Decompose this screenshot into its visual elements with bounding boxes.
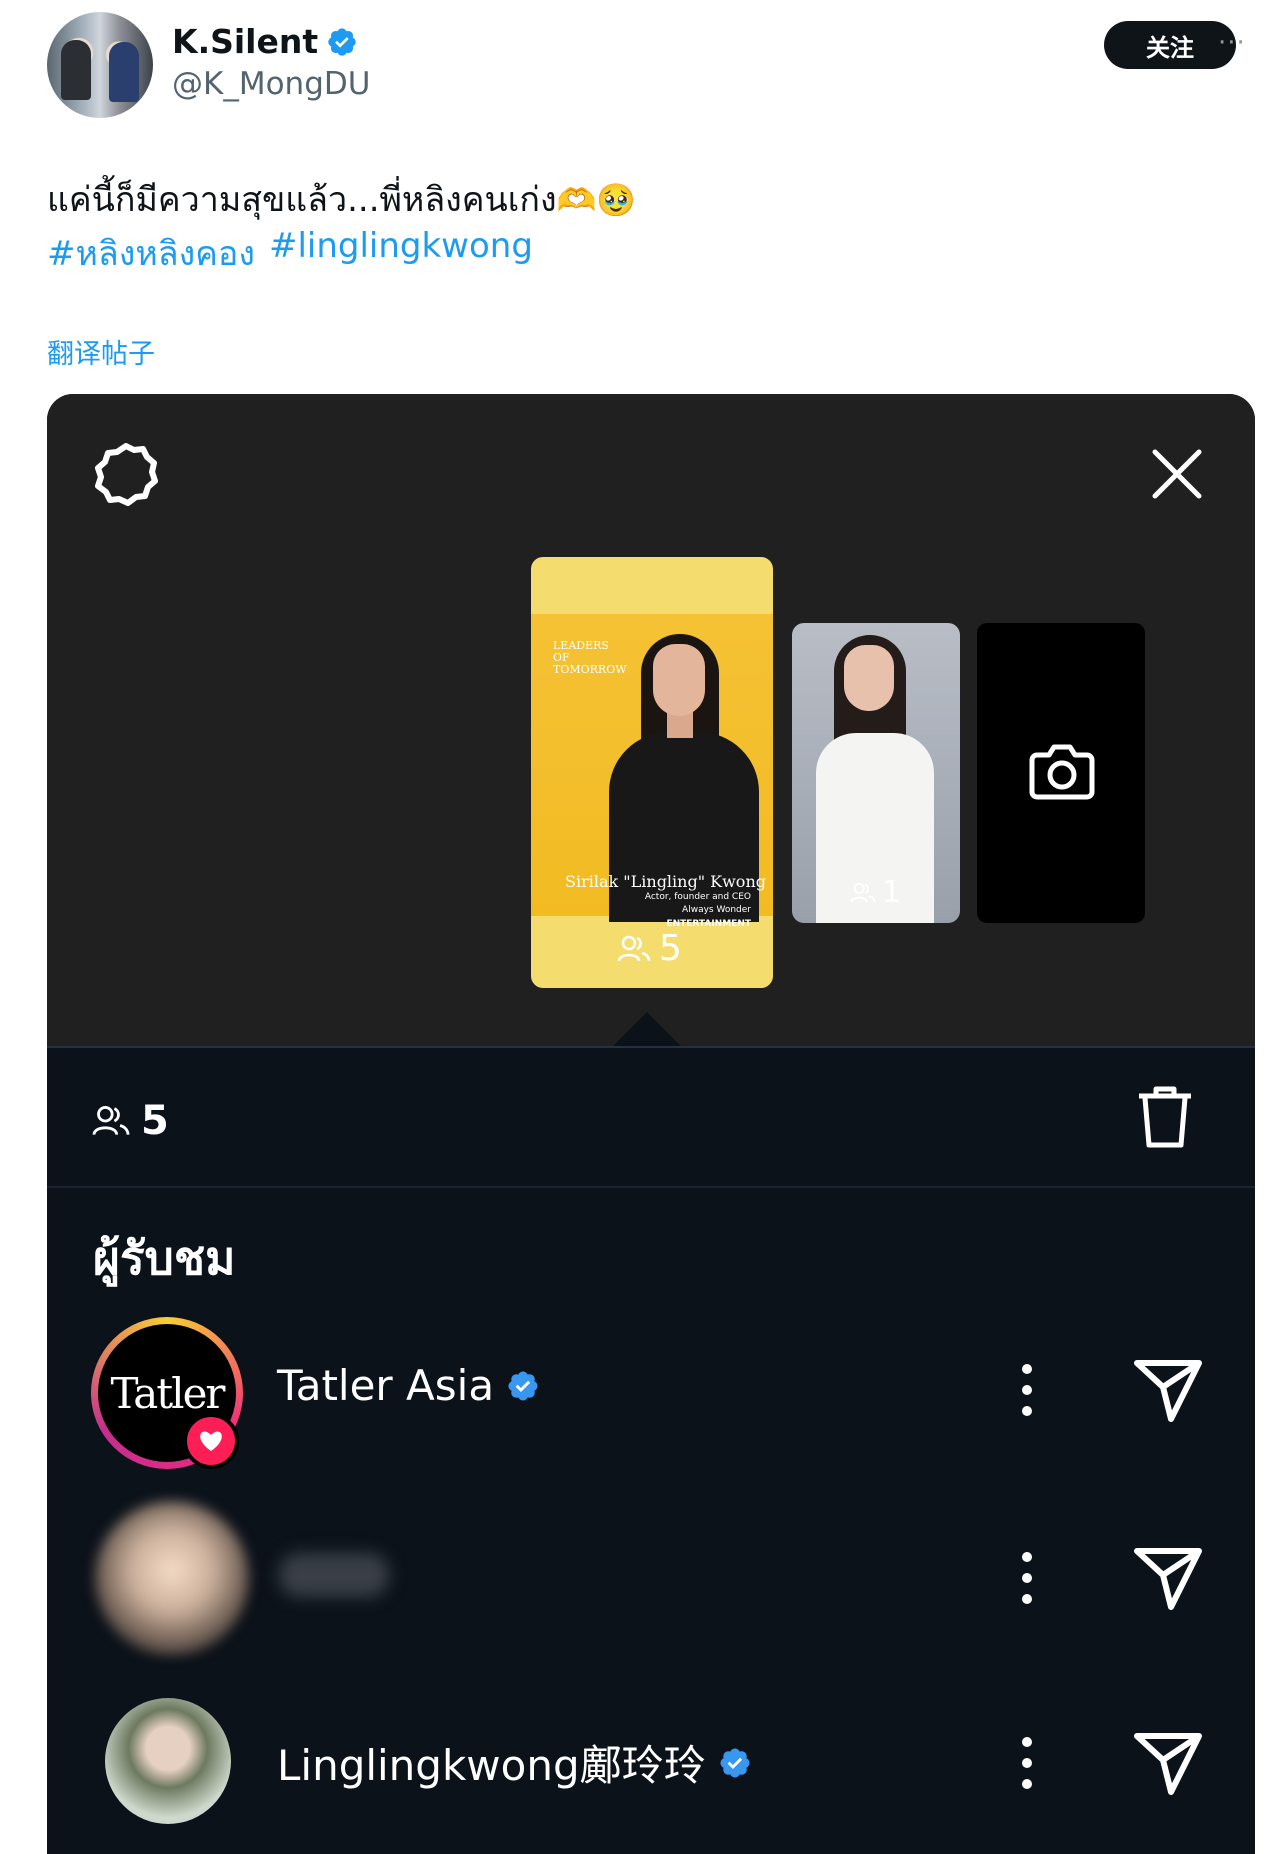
- selection-pointer: [613, 1012, 681, 1046]
- viewer-name[interactable]: Tatler Asia: [277, 1361, 494, 1410]
- author-name-row[interactable]: K.Silent: [172, 22, 358, 61]
- story-archive-area: LEADERS OF TOMORROW Sirilak "Lingling" K…: [47, 394, 1255, 1052]
- story-headline: LEADERS OF TOMORROW: [553, 639, 627, 676]
- more-vertical-icon[interactable]: [1015, 1355, 1039, 1425]
- verified-badge-icon: [508, 1370, 538, 1401]
- viewers-panel: 5 ผู้รับชม Tatler Tatler Asia Linglingkw…: [47, 1046, 1255, 1854]
- viewer-name-row[interactable]: Linglingkwong鄺玲玲: [277, 1732, 752, 1793]
- camera-icon: [1029, 744, 1095, 800]
- author-display-name[interactable]: K.Silent: [172, 22, 318, 61]
- heart-icon: [183, 1413, 239, 1469]
- settings-icon[interactable]: [91, 440, 161, 510]
- story-viewer-count-value: 5: [659, 928, 682, 969]
- hashtag-link[interactable]: #หลิงหลิงคอง: [47, 226, 255, 280]
- story-viewer-count-value: 1: [882, 875, 902, 910]
- new-story-card[interactable]: [977, 623, 1145, 923]
- follow-button[interactable]: 关注: [1104, 21, 1236, 69]
- tweet-emoji: 🫶🥹: [556, 181, 637, 219]
- viewer-row[interactable]: Linglingkwong鄺玲玲: [47, 1686, 1255, 1846]
- more-vertical-icon[interactable]: [1015, 1543, 1039, 1613]
- viewer-avatar-blurred[interactable]: [95, 1501, 249, 1655]
- send-icon[interactable]: [1131, 1541, 1205, 1615]
- verified-badge-icon: [328, 27, 356, 56]
- author-handle[interactable]: @K_MongDU: [172, 66, 370, 102]
- send-icon[interactable]: [1131, 1353, 1205, 1427]
- viewer-row[interactable]: Tatler Tatler Asia: [47, 1313, 1255, 1473]
- people-icon: [617, 935, 651, 961]
- viewer-name[interactable]: Linglingkwong鄺玲玲: [277, 1732, 706, 1793]
- story-card-selected[interactable]: LEADERS OF TOMORROW Sirilak "Lingling" K…: [531, 557, 773, 988]
- send-icon[interactable]: [1131, 1726, 1205, 1800]
- tweet-media-image[interactable]: LEADERS OF TOMORROW Sirilak "Lingling" K…: [47, 394, 1255, 1854]
- translate-post-link[interactable]: 翻译帖子: [47, 332, 155, 371]
- author-avatar[interactable]: [47, 12, 153, 118]
- viewer-avatar[interactable]: Tatler: [91, 1317, 243, 1469]
- viewer-name-row[interactable]: Tatler Asia: [277, 1361, 540, 1410]
- more-options-icon[interactable]: ···: [1218, 28, 1258, 58]
- story-viewer-count: 1: [850, 875, 901, 910]
- viewer-avatar[interactable]: [105, 1698, 231, 1824]
- viewer-row[interactable]: [47, 1501, 1255, 1661]
- tweet-text: แค่นี้ก็มีความสุขแล้ว...พี่หลิงคนเก่ง🫶🥹: [47, 174, 636, 226]
- viewer-name-blurred: [279, 1553, 389, 1597]
- viewer-total-value: 5: [141, 1098, 169, 1144]
- close-icon[interactable]: [1147, 444, 1207, 504]
- people-icon: [850, 882, 876, 902]
- hashtag-link[interactable]: #linglingkwong: [269, 226, 533, 280]
- story-caption-name: Sirilak "Lingling" Kwong: [565, 872, 766, 891]
- people-icon: [92, 1105, 130, 1136]
- viewers-section-title: ผู้รับชม: [93, 1231, 236, 1285]
- more-vertical-icon[interactable]: [1015, 1728, 1039, 1798]
- trash-icon[interactable]: [1135, 1084, 1195, 1150]
- verified-badge-icon: [720, 1747, 750, 1778]
- story-image: LEADERS OF TOMORROW Sirilak "Lingling" K…: [531, 614, 773, 922]
- story-viewer-count: 5: [617, 928, 682, 969]
- story-caption-role: Actor, founder and CEO: [644, 892, 751, 902]
- story-caption-company: Always Wonder: [682, 905, 751, 915]
- tweet-body: แค่นี้ก็มีความสุขแล้ว...พี่หลิงคนเก่ง: [47, 180, 557, 220]
- hashtag-list: #หลิงหลิงคอง #linglingkwong: [47, 226, 533, 280]
- story-card[interactable]: 1: [792, 623, 960, 923]
- viewer-total[interactable]: 5: [91, 1098, 169, 1144]
